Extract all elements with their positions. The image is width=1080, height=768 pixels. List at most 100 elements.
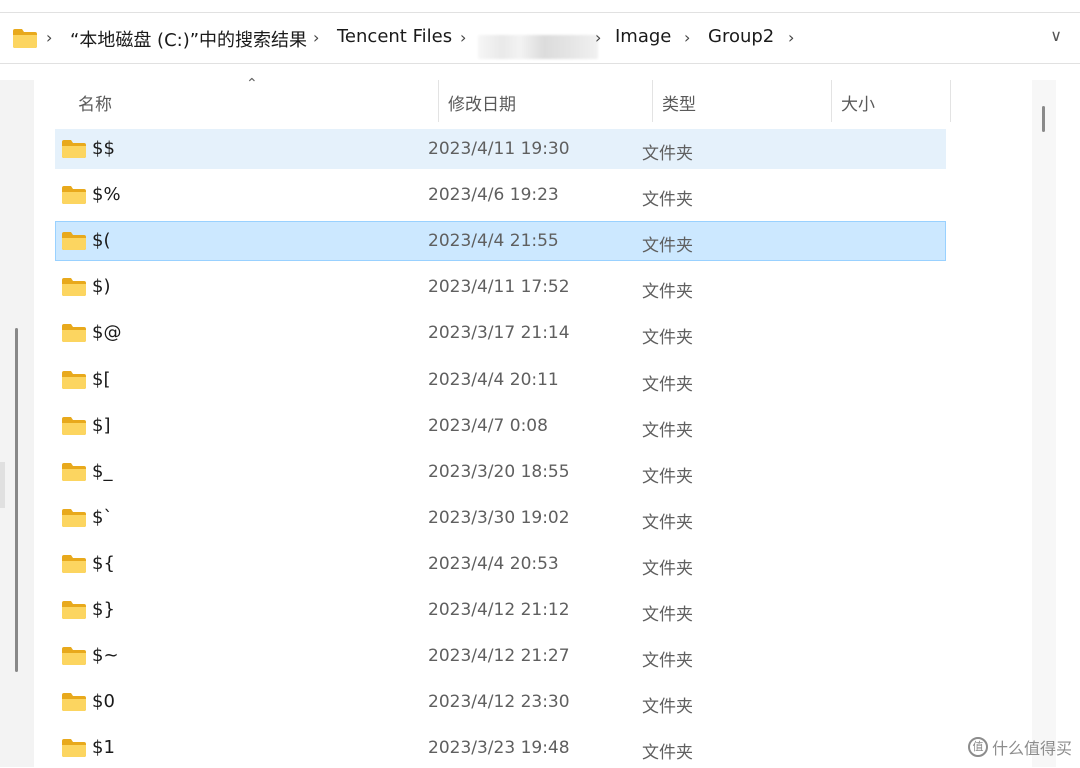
folder-icon [61, 646, 87, 666]
watermark: 值 什么值得买 [968, 735, 1072, 759]
folder-icon [61, 600, 87, 620]
chevron-right-icon[interactable]: › [313, 28, 319, 47]
file-modified-date: 2023/3/17 21:14 [428, 323, 570, 343]
file-name: $~ [92, 645, 119, 666]
file-row[interactable]: $[ 2023/4/4 20:11 文件夹 [55, 360, 946, 400]
sort-ascending-icon: ⌃ [246, 76, 258, 92]
file-name: $` [92, 507, 112, 528]
file-modified-date: 2023/4/12 21:12 [428, 600, 570, 620]
vertical-scrollbar[interactable] [1032, 80, 1056, 767]
file-row[interactable]: ${ 2023/4/4 20:53 文件夹 [55, 544, 946, 584]
file-row[interactable]: $} 2023/4/12 21:12 文件夹 [55, 590, 946, 630]
column-header-size[interactable]: 大小 [841, 90, 875, 115]
file-name: $% [92, 184, 121, 205]
file-name: $} [92, 599, 115, 620]
file-type: 文件夹 [642, 416, 693, 441]
watermark-text: 什么值得买 [992, 735, 1072, 759]
file-modified-date: 2023/4/11 17:52 [428, 277, 570, 297]
navigation-pane[interactable] [0, 80, 34, 767]
chevron-right-icon[interactable]: › [46, 28, 52, 47]
folder-icon [61, 554, 87, 574]
file-name: $0 [92, 691, 115, 712]
file-list[interactable]: ⌃ 名称 修改日期 类型 大小 $$2023/4/11 19:30文件夹$%20… [34, 80, 1056, 767]
file-type: 文件夹 [642, 277, 693, 302]
file-row[interactable]: $@ 2023/3/17 21:14 文件夹 [55, 313, 946, 353]
file-row[interactable]: $12023/3/23 19:48文件夹 [55, 728, 946, 768]
file-name: $1 [92, 737, 115, 758]
file-name: $_ [92, 461, 112, 482]
file-type: 文件夹 [642, 554, 693, 579]
file-type: 文件夹 [642, 370, 693, 395]
scrollbar-thumb[interactable] [1042, 106, 1045, 132]
file-name: $$ [92, 138, 115, 159]
file-row[interactable]: $0 2023/4/12 23:30 文件夹 [55, 682, 946, 722]
folder-icon [61, 370, 87, 390]
file-row[interactable]: $( 2023/4/4 21:55 文件夹 [55, 221, 946, 261]
file-type: 文件夹 [642, 139, 693, 164]
column-header-modified[interactable]: 修改日期 [448, 90, 516, 115]
folder-icon [61, 508, 87, 528]
file-name: $] [92, 415, 110, 436]
folder-icon [61, 692, 87, 712]
file-type: 文件夹 [642, 231, 693, 256]
file-type: 文件夹 [642, 185, 693, 210]
file-modified-date: 2023/4/7 0:08 [428, 416, 548, 436]
file-modified-date: 2023/3/30 19:02 [428, 508, 570, 528]
file-row[interactable]: $) 2023/4/11 17:52 文件夹 [55, 267, 946, 307]
file-type: 文件夹 [642, 462, 693, 487]
folder-icon [61, 462, 87, 482]
nav-pane-scrollbar[interactable] [15, 328, 18, 672]
file-name: $) [92, 276, 110, 297]
breadcrumb-search-results[interactable]: “本地磁盘 (C:)”中的搜索结果 [70, 26, 307, 52]
file-name: $( [92, 230, 110, 251]
file-modified-date: 2023/4/4 20:11 [428, 370, 559, 390]
folder-icon [61, 323, 87, 343]
breadcrumb-image[interactable]: Image [615, 26, 671, 47]
file-modified-date: 2023/4/11 19:30 [428, 139, 570, 159]
chevron-right-icon[interactable]: › [788, 28, 794, 47]
address-bar[interactable]: › “本地磁盘 (C:)”中的搜索结果 › Tencent Files › › … [0, 12, 1080, 64]
file-row[interactable]: $~ 2023/4/12 21:27 文件夹 [55, 636, 946, 676]
redacted-breadcrumb [478, 35, 598, 59]
file-row[interactable]: $` 2023/3/30 19:02 文件夹 [55, 498, 946, 538]
file-type: 文件夹 [642, 646, 693, 671]
file-name: $[ [92, 369, 110, 390]
file-modified-date: 2023/4/4 20:53 [428, 554, 559, 574]
file-modified-date: 2023/3/23 19:48 [428, 738, 570, 758]
column-divider[interactable] [438, 80, 439, 122]
column-header-type[interactable]: 类型 [662, 90, 696, 115]
file-row[interactable]: $$ 2023/4/11 19:30 文件夹 [55, 129, 946, 169]
chevron-right-icon[interactable]: › [460, 28, 466, 47]
breadcrumb-group2[interactable]: Group2 [708, 26, 774, 47]
file-modified-date: 2023/3/20 18:55 [428, 462, 570, 482]
chevron-right-icon[interactable]: › [595, 28, 601, 47]
chevron-right-icon[interactable]: › [684, 28, 690, 47]
folder-icon [61, 185, 87, 205]
folder-icon [61, 738, 87, 758]
folder-icon [61, 139, 87, 159]
file-modified-date: 2023/4/4 21:55 [428, 231, 559, 251]
column-divider[interactable] [652, 80, 653, 122]
folder-icon [61, 277, 87, 297]
file-row[interactable]: $%2023/4/6 19:23文件夹 [55, 175, 946, 215]
column-header-row: ⌃ 名称 修改日期 类型 大小 [34, 80, 1034, 122]
column-divider[interactable] [831, 80, 832, 122]
file-row[interactable]: $_ 2023/3/20 18:55 文件夹 [55, 452, 946, 492]
folder-icon [12, 27, 38, 49]
file-row[interactable]: $] 2023/4/7 0:08 文件夹 [55, 406, 946, 446]
file-type: 文件夹 [642, 600, 693, 625]
file-type: 文件夹 [642, 508, 693, 533]
file-name: $@ [92, 322, 121, 343]
file-modified-date: 2023/4/12 23:30 [428, 692, 570, 712]
breadcrumb-tencent-files[interactable]: Tencent Files [337, 26, 452, 47]
file-modified-date: 2023/4/12 21:27 [428, 646, 570, 666]
column-header-name[interactable]: 名称 [78, 90, 112, 115]
folder-icon [61, 231, 87, 251]
file-type: 文件夹 [642, 323, 693, 348]
chevron-down-icon[interactable]: ∨ [1050, 26, 1062, 45]
file-type: 文件夹 [642, 692, 693, 717]
column-divider[interactable] [950, 80, 951, 122]
nav-pane-selected-item[interactable] [0, 462, 5, 508]
watermark-logo: 值 [968, 737, 988, 757]
file-name: ${ [92, 553, 115, 574]
